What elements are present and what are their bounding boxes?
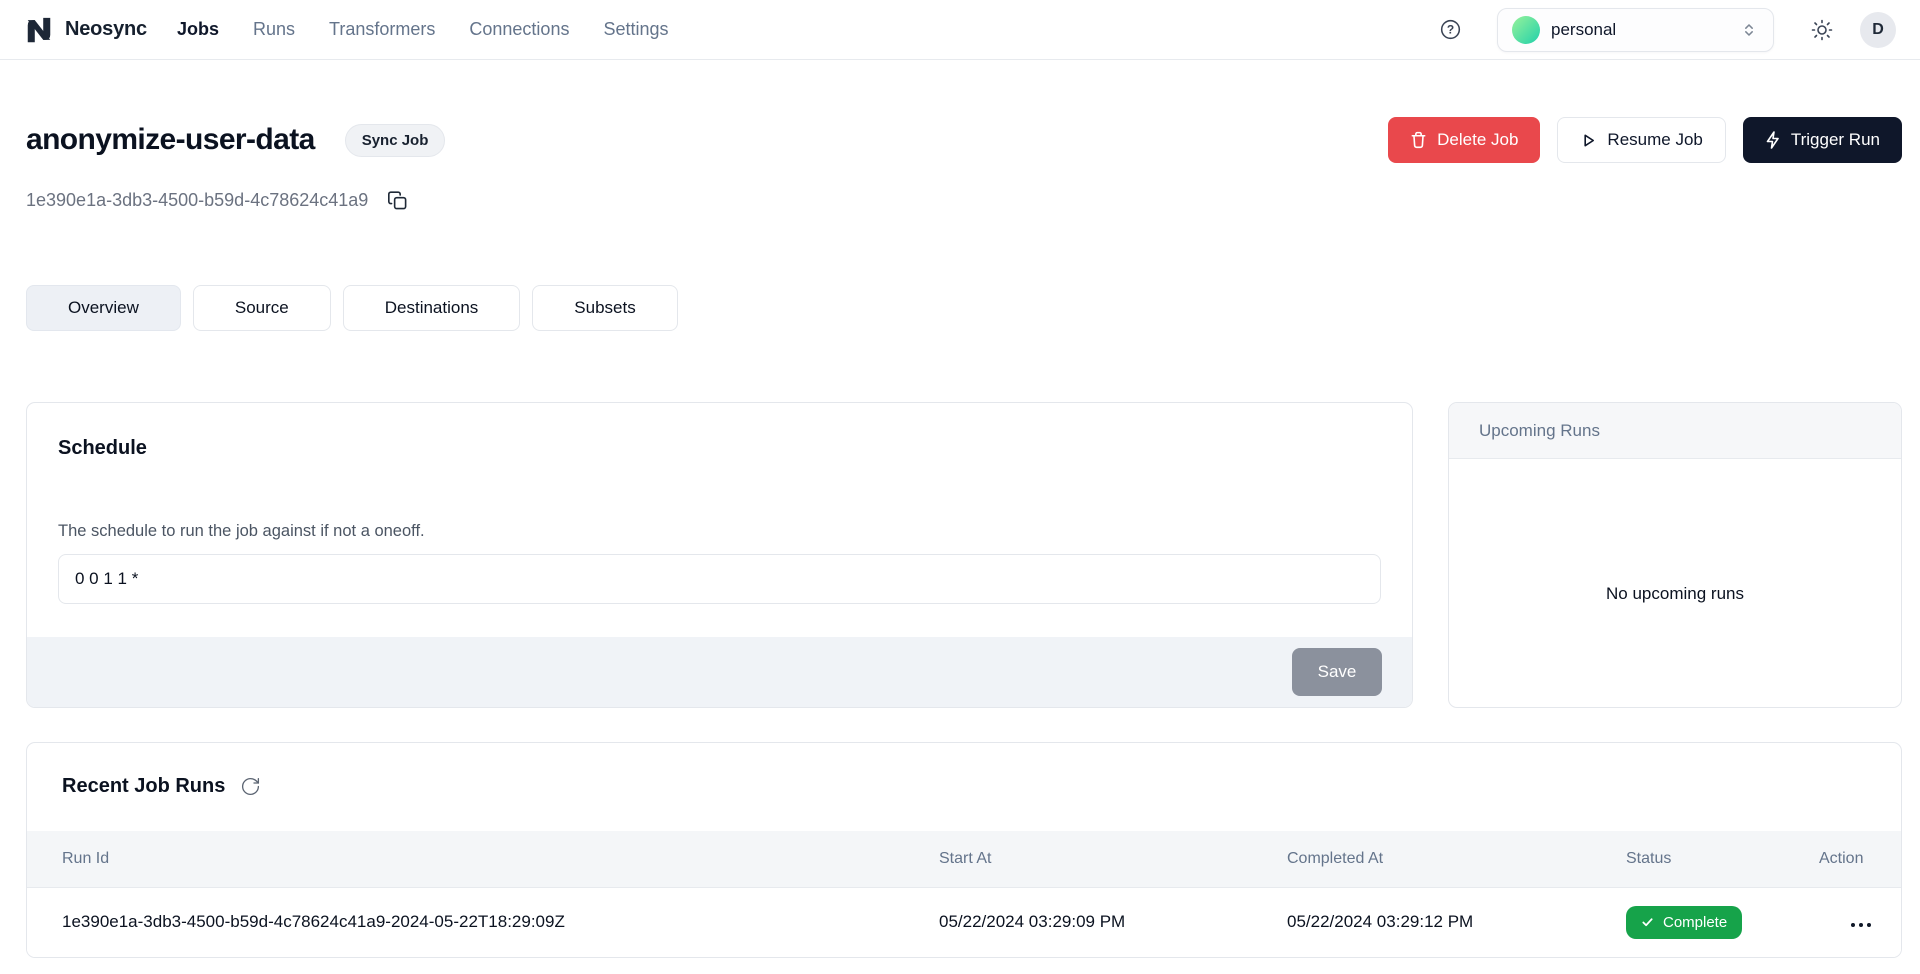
nav-item-transformers[interactable]: Transformers: [329, 19, 435, 40]
account-switcher[interactable]: personal: [1497, 8, 1774, 52]
save-button[interactable]: Save: [1292, 648, 1382, 696]
sun-icon: [1810, 18, 1834, 42]
column-header-status: Status: [1626, 831, 1819, 887]
main-nav: Jobs Runs Transformers Connections Setti…: [177, 19, 669, 40]
upcoming-runs-header: Upcoming Runs: [1449, 403, 1901, 459]
svg-text:?: ?: [1447, 23, 1454, 37]
column-header-action: Action: [1819, 831, 1901, 887]
theme-toggle-button[interactable]: [1810, 18, 1834, 42]
tab-destinations[interactable]: Destinations: [343, 285, 521, 331]
job-type-badge: Sync Job: [345, 124, 446, 157]
copy-icon: [387, 190, 408, 211]
user-avatar[interactable]: D: [1860, 12, 1896, 48]
copy-job-id-button[interactable]: [387, 190, 408, 211]
check-icon: [1641, 916, 1654, 928]
schedule-description: The schedule to run the job against if n…: [58, 522, 1381, 541]
upcoming-runs-title: Upcoming Runs: [1479, 421, 1600, 441]
refresh-icon: [240, 776, 261, 797]
delete-job-label: Delete Job: [1437, 130, 1518, 150]
column-header-completed-at: Completed At: [1287, 831, 1626, 887]
upcoming-runs-empty-message: No upcoming runs: [1606, 584, 1744, 604]
row-actions-button[interactable]: [1849, 917, 1873, 933]
job-id: 1e390e1a-3db3-4500-b59d-4c78624c41a9: [26, 190, 368, 211]
job-id-row: 1e390e1a-3db3-4500-b59d-4c78624c41a9: [26, 190, 1902, 211]
tab-overview[interactable]: Overview: [26, 285, 181, 331]
top-navbar: Neosync Jobs Runs Transformers Connectio…: [0, 0, 1920, 60]
recent-job-runs-card: Recent Job Runs Run Id Start At Complete…: [26, 742, 1902, 958]
start-at-cell: 05/22/2024 03:29:09 PM: [939, 887, 1287, 957]
trigger-run-button[interactable]: Trigger Run: [1743, 117, 1902, 163]
chevrons-up-down-icon: [1739, 20, 1759, 40]
overview-content: Schedule The schedule to run the job aga…: [0, 402, 1920, 708]
schedule-card: Schedule The schedule to run the job aga…: [26, 402, 1413, 708]
status-cell: Complete: [1626, 887, 1819, 957]
recent-job-runs-title: Recent Job Runs: [62, 775, 225, 798]
nav-item-runs[interactable]: Runs: [253, 19, 295, 40]
help-icon: ?: [1439, 18, 1462, 41]
nav-item-settings[interactable]: Settings: [603, 19, 668, 40]
zap-icon: [1765, 131, 1781, 149]
table-row: 1e390e1a-3db3-4500-b59d-4c78624c41a9-202…: [27, 887, 1901, 957]
recent-job-runs-table: Run Id Start At Completed At Status Acti…: [27, 831, 1901, 957]
page-header: anonymize-user-data Sync Job Delete Job: [0, 60, 1920, 211]
tab-source[interactable]: Source: [193, 285, 331, 331]
table-header-row: Run Id Start At Completed At Status Acti…: [27, 831, 1901, 887]
resume-job-label: Resume Job: [1607, 130, 1702, 150]
column-header-run-id: Run Id: [27, 831, 939, 887]
column-header-start-at: Start At: [939, 831, 1287, 887]
schedule-card-footer: Save: [27, 637, 1412, 707]
play-icon: [1580, 132, 1597, 149]
status-label: Complete: [1663, 914, 1727, 931]
trash-icon: [1410, 131, 1427, 149]
upcoming-runs-card: Upcoming Runs No upcoming runs: [1448, 402, 1902, 708]
status-badge: Complete: [1626, 906, 1742, 939]
brand[interactable]: Neosync: [24, 15, 147, 45]
trigger-run-label: Trigger Run: [1791, 130, 1880, 150]
brand-name: Neosync: [65, 18, 147, 41]
job-tabs: Overview Source Destinations Subsets: [0, 285, 1920, 331]
header-actions: Delete Job Resume Job Trigger Run: [1388, 117, 1902, 163]
action-cell: [1819, 887, 1901, 957]
schedule-title: Schedule: [58, 437, 1381, 460]
run-id-cell[interactable]: 1e390e1a-3db3-4500-b59d-4c78624c41a9-202…: [27, 887, 939, 957]
account-name: personal: [1551, 20, 1728, 40]
resume-job-button[interactable]: Resume Job: [1557, 117, 1725, 163]
title-row: anonymize-user-data Sync Job Delete Job: [26, 116, 1902, 164]
nav-item-connections[interactable]: Connections: [469, 19, 569, 40]
neosync-logo-icon: [24, 15, 54, 45]
nav-item-jobs[interactable]: Jobs: [177, 19, 219, 40]
delete-job-button[interactable]: Delete Job: [1388, 117, 1540, 163]
help-button[interactable]: ?: [1439, 18, 1462, 41]
tab-subsets[interactable]: Subsets: [532, 285, 677, 331]
account-avatar: [1512, 16, 1540, 44]
cron-schedule-input[interactable]: [58, 554, 1381, 604]
refresh-runs-button[interactable]: [240, 776, 261, 797]
page-title: anonymize-user-data: [26, 123, 315, 157]
more-horizontal-icon: [1851, 923, 1855, 927]
recent-job-runs-header: Recent Job Runs: [27, 743, 1901, 798]
schedule-card-body: Schedule The schedule to run the job aga…: [27, 403, 1412, 604]
upcoming-runs-body: No upcoming runs: [1449, 459, 1901, 707]
navbar-right: ? personal D: [1439, 8, 1896, 52]
completed-at-cell: 05/22/2024 03:29:12 PM: [1287, 887, 1626, 957]
